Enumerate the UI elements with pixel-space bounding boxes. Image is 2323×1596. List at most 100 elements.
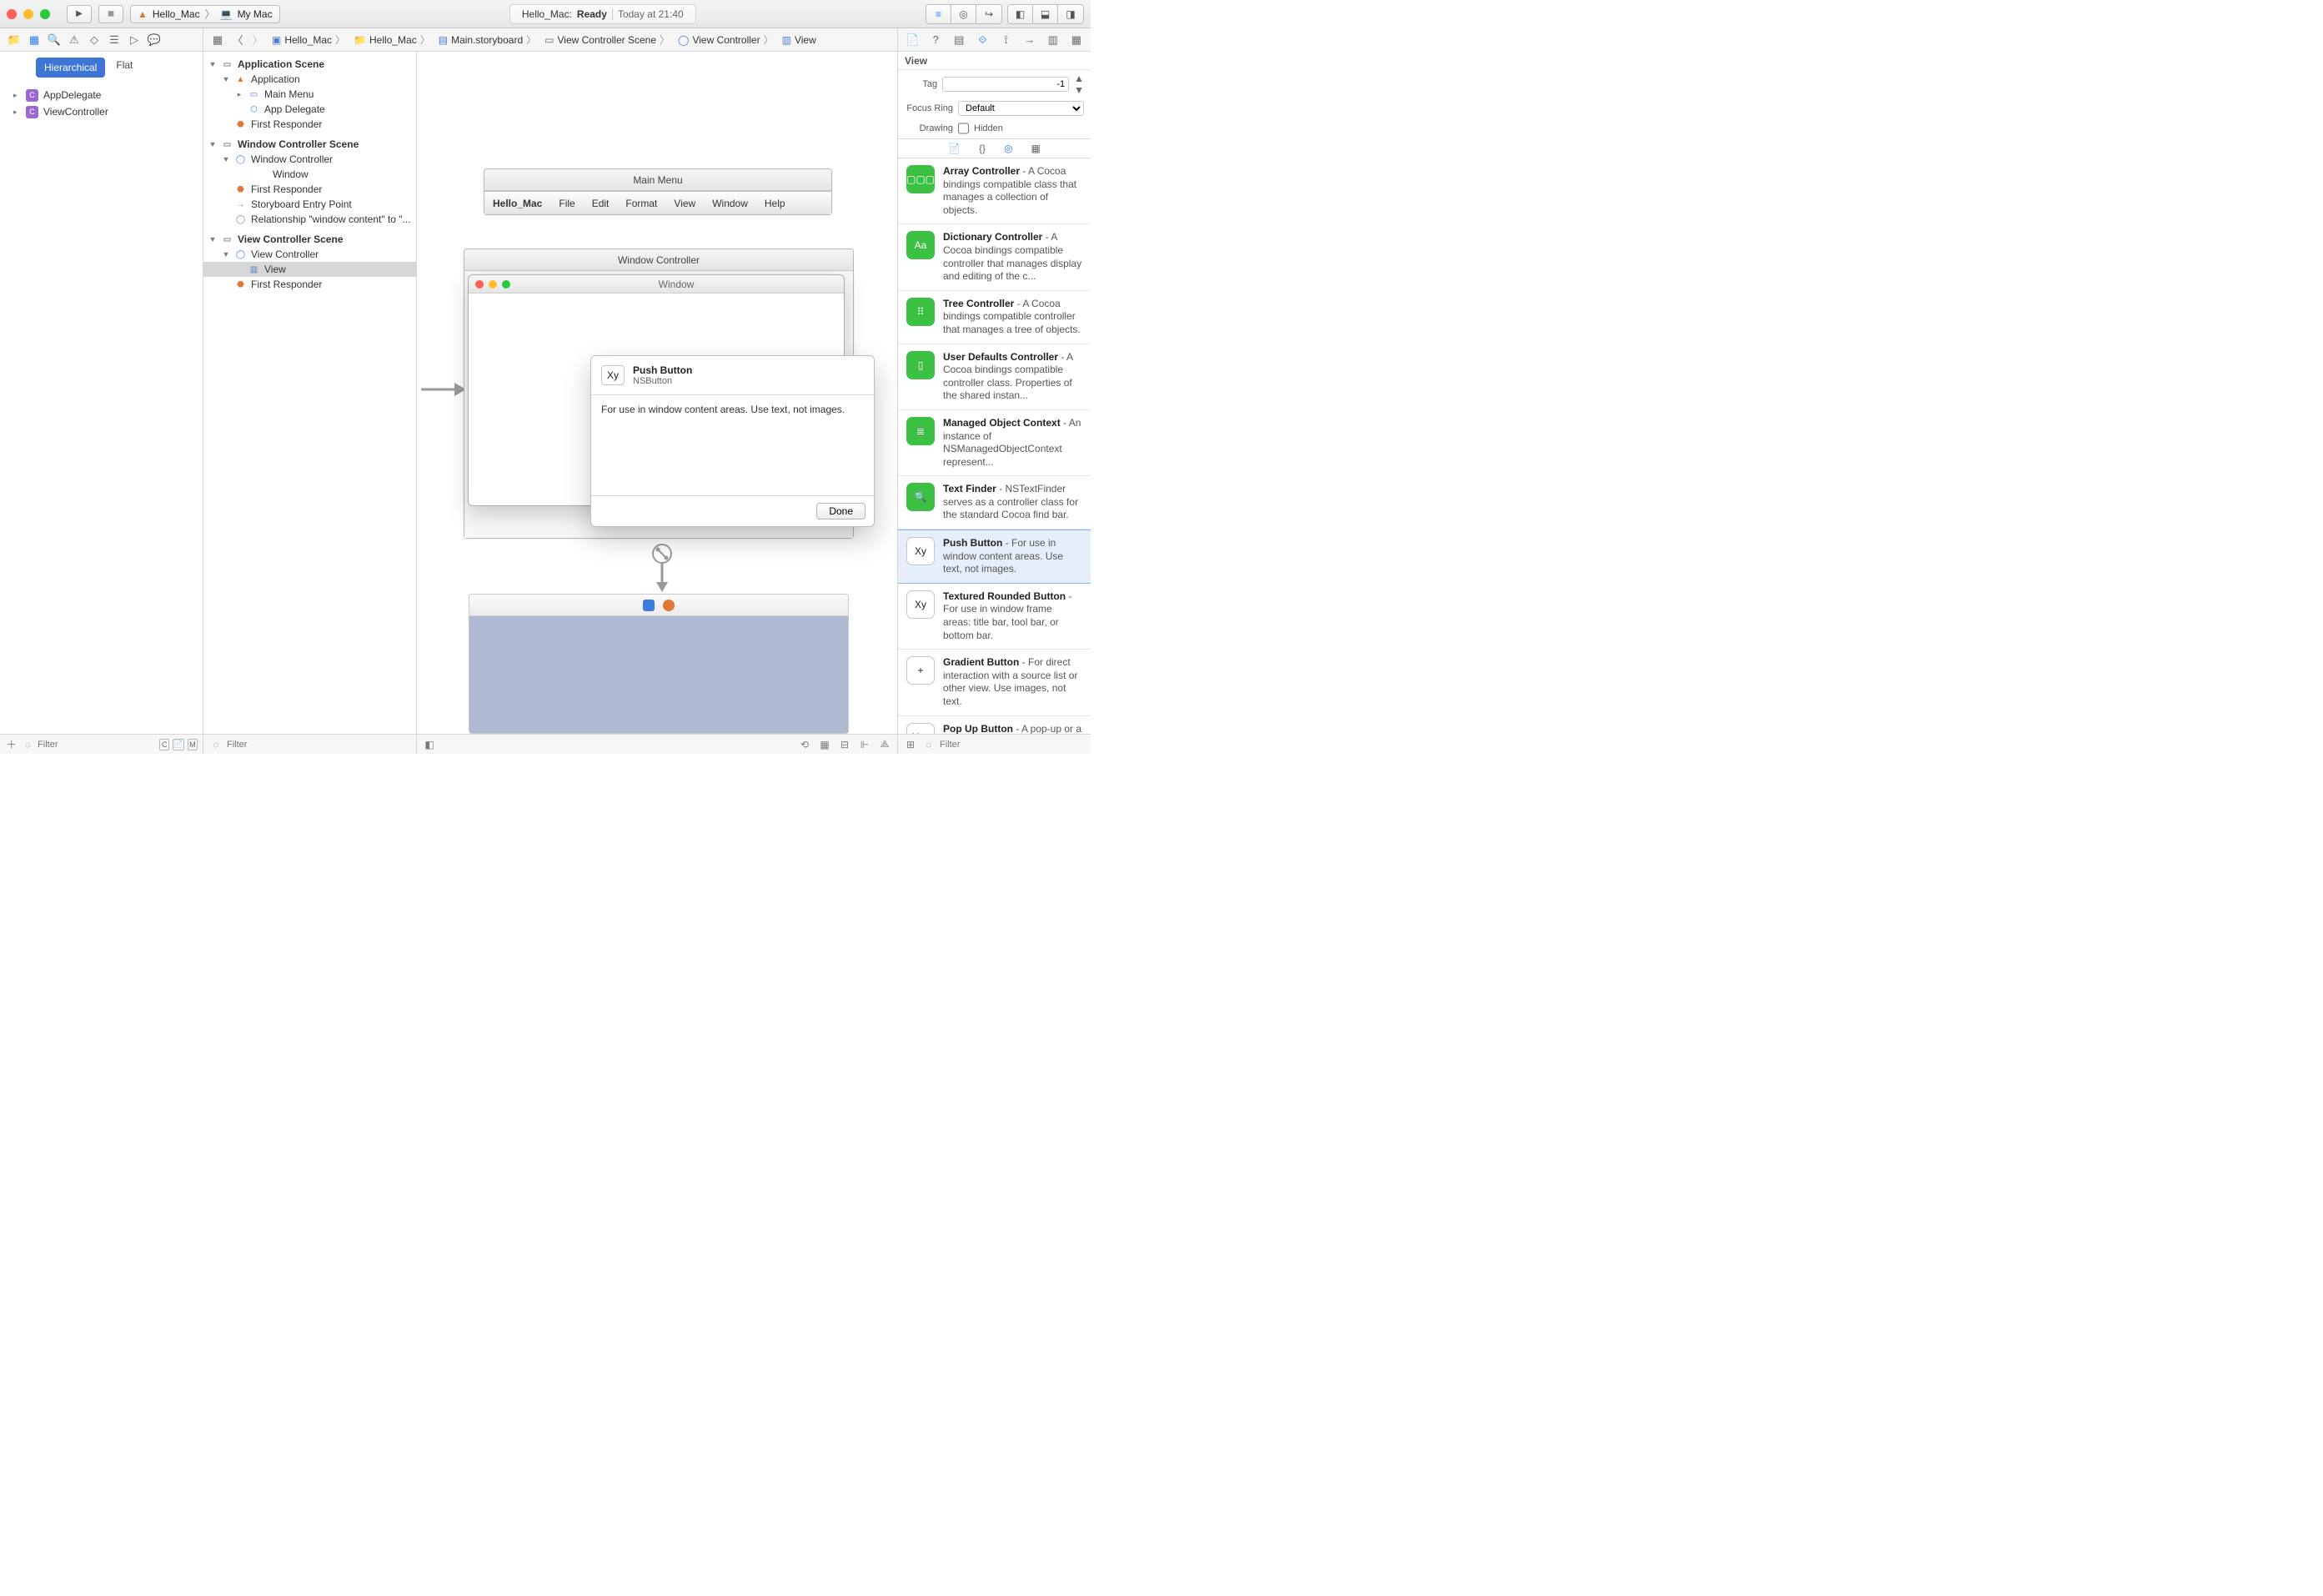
canvas-menubar[interactable]: Hello_Mac File Edit Format View Window H… (484, 191, 831, 214)
test-navigator-icon[interactable]: ◇ (85, 31, 103, 49)
outline-main-menu[interactable]: ▸▭Main Menu (203, 87, 416, 102)
library-item-4[interactable]: ≣Managed Object Context - An instance of… (898, 410, 1091, 476)
zoom-window[interactable] (40, 9, 50, 19)
canvas-pin-icon[interactable]: ⊩ (857, 737, 872, 752)
outline-application-scene[interactable]: ▼▭Application Scene (203, 57, 416, 72)
debug-navigator-icon[interactable]: ☰ (105, 31, 123, 49)
library-item-3[interactable]: ▯User Defaults Controller - A Cocoa bind… (898, 344, 1091, 410)
filter-file-icon[interactable]: 📄 (173, 739, 183, 750)
canvas-view-selected[interactable] (469, 616, 848, 733)
nav-item-appdelegate[interactable]: ▸CAppDelegate (0, 87, 203, 103)
library-item-7[interactable]: XyTextured Rounded Button - For use in w… (898, 584, 1091, 650)
project-navigator-icon[interactable]: 📁 (5, 31, 23, 49)
library-item-6[interactable]: XyPush Button - For use in window conten… (898, 529, 1091, 584)
outline-storyboard-entry[interactable]: →Storyboard Entry Point (203, 197, 416, 212)
jump-seg-5[interactable]: ▥View (779, 33, 820, 48)
library-filter-icon[interactable]: ◌ (921, 737, 936, 752)
size-inspector-icon[interactable]: ⟟ (997, 31, 1016, 49)
outline-app-delegate[interactable]: ⬡App Delegate (203, 102, 416, 117)
bindings-inspector-icon[interactable]: ▥ (1044, 31, 1062, 49)
outline-filter[interactable] (227, 740, 411, 750)
outline-window-controller-scene[interactable]: ▼▭Window Controller Scene (203, 137, 416, 152)
identity-inspector-icon[interactable]: ▤ (950, 31, 968, 49)
canvas-update-frames-icon[interactable]: ⟲ (797, 737, 812, 752)
scheme-selector[interactable]: ▲ Hello_Mac 〉 💻 My Mac (130, 5, 280, 23)
connections-inspector-icon[interactable]: → (1021, 31, 1039, 49)
code-snippet-library-icon[interactable]: {} (979, 143, 986, 154)
navigator-filter[interactable] (38, 740, 156, 750)
canvas-align-icon[interactable]: ⊟ (837, 737, 852, 752)
source-control-navigator-icon[interactable]: ▦ (25, 31, 43, 49)
file-inspector-icon[interactable]: 📄 (903, 31, 921, 49)
tag-field[interactable] (942, 77, 1069, 92)
effects-inspector-icon[interactable]: ▦ (1067, 31, 1086, 49)
editor-assistant-icon[interactable]: ◎ (951, 5, 976, 23)
menu-window[interactable]: Window (704, 198, 756, 209)
related-items-icon[interactable]: ▦ (208, 31, 227, 49)
outline-relationship[interactable]: ◯Relationship "window content" to "... (203, 212, 416, 227)
stepper-up[interactable]: ▲ (1074, 73, 1084, 84)
close-window[interactable] (7, 9, 17, 19)
jump-seg-4[interactable]: ◯View Controller〉 (675, 31, 777, 48)
library-item-2[interactable]: ⠿Tree Controller - A Cocoa bindings comp… (898, 291, 1091, 344)
outline-view[interactable]: ▥View (203, 262, 416, 277)
outline-view-controller-scene[interactable]: ▼▭View Controller Scene (203, 232, 416, 247)
filter-main-icon[interactable]: M (188, 739, 198, 750)
stepper-down[interactable]: ▼ (1074, 84, 1084, 96)
menu-file[interactable]: File (550, 198, 583, 209)
media-library-icon[interactable]: ▦ (1031, 143, 1041, 154)
canvas-view-controller[interactable] (469, 594, 849, 734)
toggle-navigator-icon[interactable]: ◧ (1008, 5, 1033, 23)
outline-first-responder-3[interactable]: ⬣First Responder (203, 277, 416, 292)
jump-seg-0[interactable]: ▣Hello_Mac〉 (268, 31, 349, 48)
nav-item-viewcontroller[interactable]: ▸CViewController (0, 103, 203, 120)
back-icon[interactable]: 〈 (228, 31, 247, 49)
stop-button[interactable] (98, 5, 123, 23)
filter-class-icon[interactable]: C (159, 739, 169, 750)
editor-standard-icon[interactable]: ≡ (926, 5, 951, 23)
menu-edit[interactable]: Edit (584, 198, 618, 209)
library-filter[interactable] (940, 740, 1086, 750)
toggle-outline-icon[interactable]: ◧ (422, 737, 437, 752)
file-template-library-icon[interactable]: 📄 (948, 143, 961, 154)
object-library[interactable]: ▢▢▢Array Controller - A Cocoa bindings c… (898, 158, 1091, 734)
outline-application[interactable]: ▼▲Application (203, 72, 416, 87)
outline-window-controller[interactable]: ▼◯Window Controller (203, 152, 416, 167)
jump-bar[interactable]: ▦ 〈 〉 ▣Hello_Mac〉 📁Hello_Mac〉 ▤Main.stor… (203, 28, 897, 51)
help-inspector-icon[interactable]: ? (926, 31, 945, 49)
object-library-icon[interactable]: ◎ (1004, 143, 1012, 154)
jump-seg-2[interactable]: ▤Main.storyboard〉 (435, 31, 539, 48)
library-item-5[interactable]: 🔍Text Finder - NSTextFinder serves as a … (898, 476, 1091, 529)
issue-navigator-icon[interactable]: ⚠ (65, 31, 83, 49)
library-item-9[interactable]: Xy▾Pop Up Button - A pop-up or a pull-do… (898, 716, 1091, 734)
outline-first-responder-1[interactable]: ⬣First Responder (203, 117, 416, 132)
library-item-1[interactable]: AaDictionary Controller - A Cocoa bindin… (898, 224, 1091, 290)
jump-seg-3[interactable]: ▭View Controller Scene〉 (541, 31, 673, 48)
add-icon[interactable]: ＋ (5, 737, 18, 752)
filter-icon[interactable]: ◌ (22, 737, 35, 752)
segue-arrow-icon[interactable] (645, 544, 679, 594)
run-button[interactable] (67, 5, 92, 23)
forward-icon[interactable]: 〉 (248, 31, 267, 49)
menu-help[interactable]: Help (756, 198, 794, 209)
breakpoint-navigator-icon[interactable]: ▷ (125, 31, 143, 49)
canvas-embed-icon[interactable]: ▦ (817, 737, 832, 752)
menu-app[interactable]: Hello_Mac (484, 198, 550, 209)
menu-view[interactable]: View (665, 198, 704, 209)
find-navigator-icon[interactable]: 🔍 (45, 31, 63, 49)
flat-tab[interactable]: Flat (108, 55, 141, 75)
library-item-0[interactable]: ▢▢▢Array Controller - A Cocoa bindings c… (898, 158, 1091, 224)
outline-filter-icon[interactable]: ◌ (208, 737, 223, 752)
interface-builder-canvas[interactable]: Main Menu Hello_Mac File Edit Format Vie… (417, 52, 897, 734)
minimize-window[interactable] (23, 9, 33, 19)
hidden-checkbox[interactable] (958, 121, 969, 136)
attributes-inspector-icon[interactable]: ⟐ (973, 31, 991, 49)
report-navigator-icon[interactable]: 💬 (145, 31, 163, 49)
outline-view-controller[interactable]: ▼◯View Controller (203, 247, 416, 262)
canvas-resolve-icon[interactable]: ⟁ (877, 737, 892, 752)
focus-ring-select[interactable]: Default (958, 101, 1084, 116)
menu-format[interactable]: Format (617, 198, 665, 209)
outline-window[interactable]: Window (203, 167, 416, 182)
toggle-inspector-icon[interactable]: ◨ (1058, 5, 1083, 23)
jump-seg-1[interactable]: 📁Hello_Mac〉 (350, 31, 434, 48)
